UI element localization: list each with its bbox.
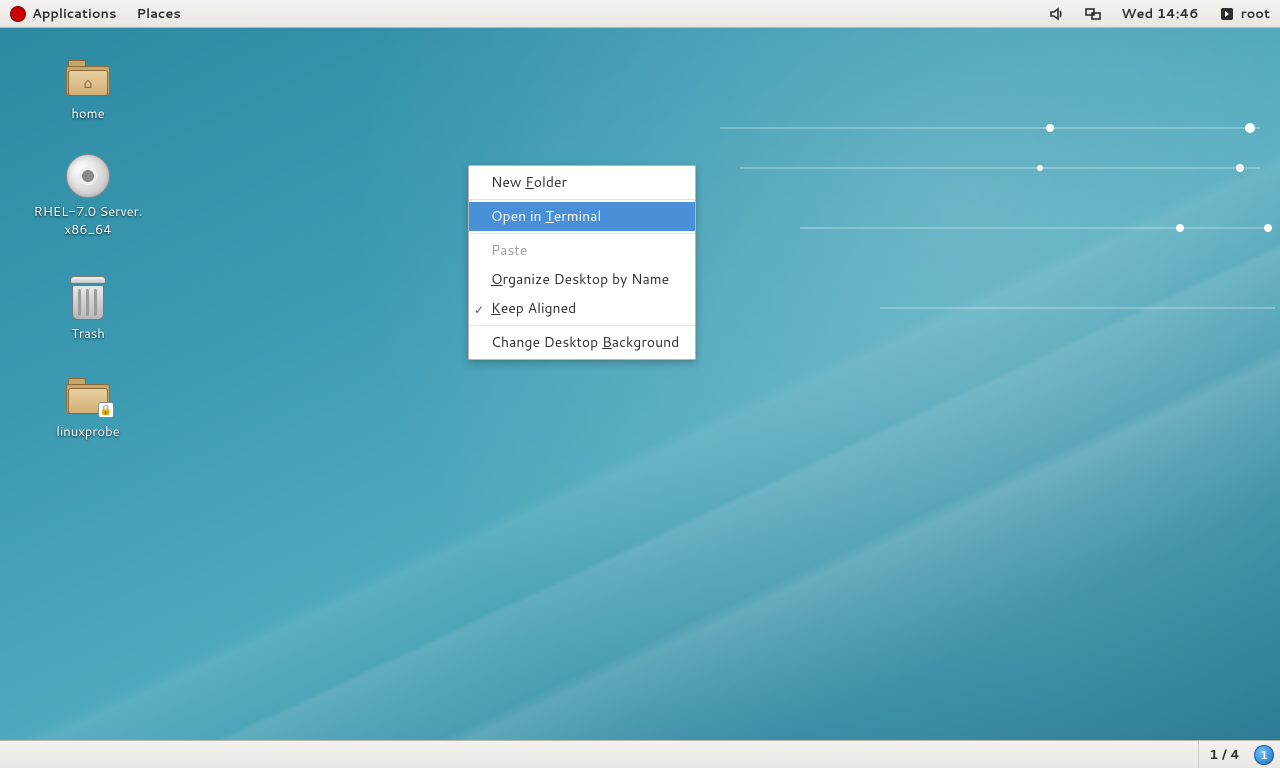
menu-text: New Folder [491,172,567,192]
menu-item-change-background[interactable]: Change Desktop Background [469,328,695,357]
menu-text: Open in Terminal [491,206,601,226]
network-icon [1085,6,1101,22]
dvd-disc-icon [64,152,112,200]
network-indicator[interactable] [1075,0,1111,27]
menu-text: Organize Desktop by Name [491,269,669,289]
desktop-icon-disc[interactable]: RHEL-7.0 Server. x86_64 [23,152,153,239]
desktop-icon-trash[interactable]: Trash [23,274,153,344]
menu-text: Paste [491,240,527,260]
menu-separator [469,199,695,200]
notification-orb-icon[interactable]: 1 [1254,745,1274,765]
workspace-switcher[interactable]: 1 / 4 [1198,741,1250,768]
volume-icon [1049,6,1065,22]
menu-text: Keep Aligned [491,298,576,318]
menu-item-paste: Paste [469,236,695,265]
places-label: Places [136,5,180,23]
applications-menu[interactable]: Applications [0,0,126,27]
menu-item-keep-aligned[interactable]: ✓ Keep Aligned [469,294,695,323]
desktop-icon-label: RHEL-7.0 Server. x86_64 [23,204,153,239]
menu-item-new-folder[interactable]: New Folder [469,168,695,197]
locked-folder-icon: 🔒 [64,372,112,420]
applications-label: Applications [32,5,116,23]
checkmark-icon: ✓ [474,301,484,318]
workspace-label: 1 / 4 [1209,746,1240,764]
redhat-logo-icon [10,6,26,22]
user-menu[interactable]: root [1209,0,1280,27]
wallpaper-decoration [680,68,1280,468]
home-folder-icon: ⌂ [64,54,112,102]
bottom-panel: 1 / 4 1 [0,740,1280,768]
desktop-icon-label: home [23,106,153,124]
trash-icon [64,274,112,322]
user-label: root [1241,5,1270,23]
menu-text: Change Desktop Background [491,332,679,352]
desktop-icon-label: Trash [23,326,153,344]
menu-separator [469,325,695,326]
desktop-icon-linuxprobe[interactable]: 🔒 linuxprobe [23,372,153,442]
panel-left: Applications Places [0,0,191,27]
menu-item-organize[interactable]: Organize Desktop by Name [469,265,695,294]
menu-separator [469,233,695,234]
clock-label: Wed 14:46 [1121,5,1198,23]
menu-item-open-terminal[interactable]: Open in Terminal [469,202,695,231]
places-menu[interactable]: Places [126,0,190,27]
clock[interactable]: Wed 14:46 [1111,0,1208,27]
panel-right: Wed 14:46 root [1039,0,1280,27]
top-panel: Applications Places Wed 14:46 root [0,0,1280,28]
volume-indicator[interactable] [1039,0,1075,27]
power-icon [1219,6,1235,22]
desktop-icon-label: linuxprobe [23,424,153,442]
orb-number: 1 [1260,747,1268,763]
desktop-context-menu: New Folder Open in Terminal Paste Organi… [468,165,696,360]
desktop[interactable]: ⌂ home RHEL-7.0 Server. x86_64 Trash 🔒 l… [0,28,1280,740]
desktop-icon-home[interactable]: ⌂ home [23,54,153,124]
